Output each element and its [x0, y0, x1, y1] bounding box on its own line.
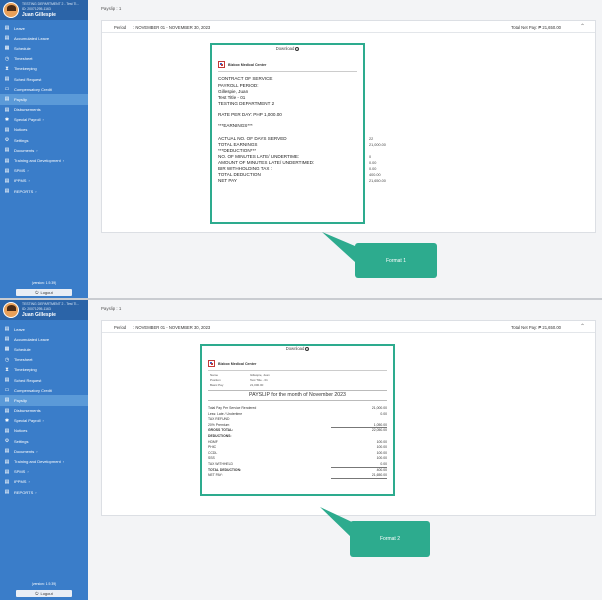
callout-format-2: Format 2	[350, 521, 430, 557]
callout-pointer-2	[320, 507, 352, 538]
callout-format-1: Format 1	[355, 243, 437, 278]
screenshot-format-2: TESTING DEPARTMENT 2 - Test Ti... ID: 20…	[0, 300, 602, 600]
screenshot-format-1: TESTING DEPARTMENT 2 - Test Ti... ID: 20…	[0, 0, 602, 298]
callout-pointer-1	[322, 232, 355, 262]
